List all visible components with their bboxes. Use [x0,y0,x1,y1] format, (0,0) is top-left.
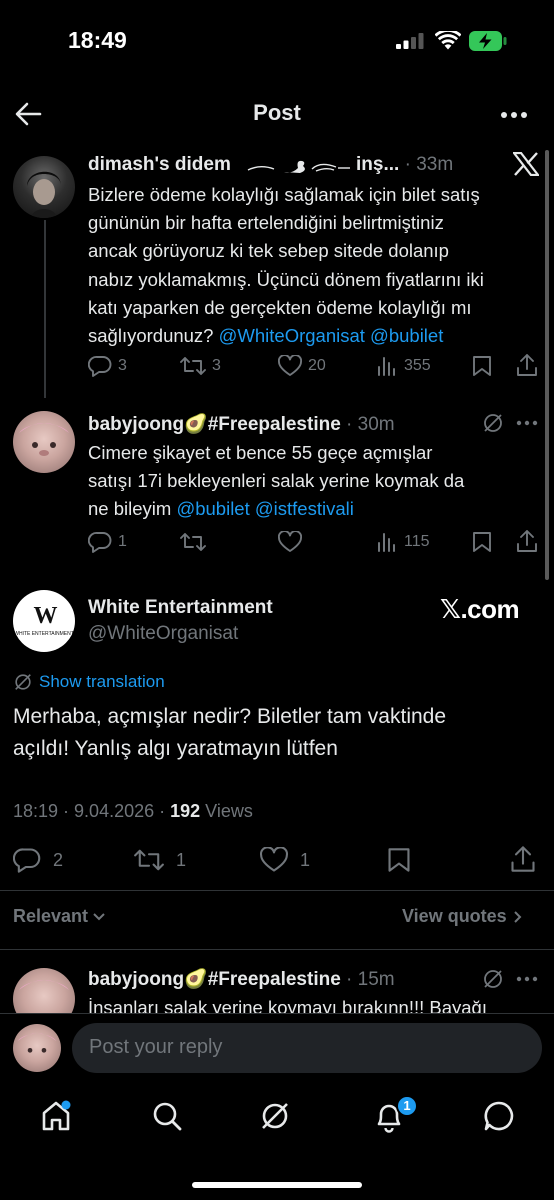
search-icon [153,1102,182,1131]
repost-icon [134,849,164,871]
show-translation-link[interactable]: Show translation [39,672,165,692]
home-indicator [192,1182,362,1188]
nav-search[interactable] [151,1100,183,1132]
bookmark-icon [473,532,491,552]
mention-link[interactable]: @bubilet [370,325,443,346]
share-icon [511,846,535,872]
translate-icon [13,672,33,692]
author-name: dimash's didem [88,154,231,175]
chevron-down-icon [93,912,105,920]
heart-icon [260,847,288,872]
grok-icon[interactable] [482,968,504,990]
avatar[interactable] [13,411,75,473]
wifi-icon [435,31,461,51]
heart-icon [278,355,302,376]
reply-placeholder: Post your reply [89,1036,223,1058]
reply-icon [88,356,112,377]
nav-messages[interactable] [483,1100,515,1132]
author-name: babyjoong🥑#Freepalestine [88,414,341,435]
views-count: 192 [170,801,201,821]
tweet-time: 33m [416,154,454,175]
reply-button[interactable]: 3 [88,355,127,377]
repost-button[interactable]: 3 [180,355,221,377]
share-button[interactable] [510,845,536,873]
scrollbar[interactable] [545,150,549,580]
reply-icon [88,532,112,553]
more-icon[interactable] [516,976,538,982]
avatar-caption: WHITE ENTERTAINMENT [14,631,74,637]
status-time: 18:49 [68,27,127,53]
sort-dropdown[interactable]: Relevant [13,906,106,927]
reply-icon [13,848,41,873]
bookmark-button[interactable] [472,531,492,553]
page-title: Post [253,100,301,125]
views-button[interactable]: 115 [376,531,430,553]
author-name[interactable]: White Entertainment [88,597,273,619]
avatar[interactable] [13,156,75,218]
like-button[interactable]: 20 [278,355,326,377]
mention-link[interactable]: @WhiteOrganisat [219,325,365,346]
tweet-text: Bizlere ödeme kolaylığı sağlamak için bi… [88,184,484,347]
more-icon[interactable] [516,420,538,426]
repost-icon [180,357,206,375]
mention-link[interactable]: @bubilet [176,498,249,519]
avatar[interactable]: W WHITE ENTERTAINMENT [13,590,75,652]
bookmark-icon [473,356,491,376]
reply-button[interactable]: 1 [88,531,127,553]
tweet-time: 15m [357,969,395,990]
tweet-author-line[interactable]: babyjoong🥑#Freepalestine · 30m [88,412,395,436]
heart-icon [278,531,302,552]
share-button[interactable] [516,529,538,553]
tweet-meta: 18:19 · 9.04.2026 · 192 Views [13,801,253,821]
share-button[interactable] [516,353,538,377]
message-icon [484,1101,514,1131]
more-button[interactable] [500,111,528,119]
view-quotes-link[interactable]: View quotes [402,906,523,927]
views-button[interactable]: 355 [376,355,431,377]
divider [0,890,554,891]
home-icon [42,1100,71,1131]
swan-emoji-icon [246,158,350,176]
author-name: babyjoong🥑#Freepalestine [88,969,341,990]
divider [0,949,554,950]
tweet-author-line[interactable]: babyjoong🥑#Freepalestine · 15m [88,967,395,991]
tweet-time: 30m [357,414,395,435]
author-handle[interactable]: @WhiteOrganisat [88,623,238,645]
notifications-badge: 1 [396,1095,418,1117]
tweet-text: Merhaba, açmışlar nedir? Biletler tam va… [13,705,447,760]
like-button[interactable] [278,531,308,553]
mention-link[interactable]: @istfestivali [255,498,354,519]
grok-icon[interactable] [482,412,504,434]
more-icon [501,112,527,118]
share-icon [517,354,537,376]
tweet-author-line[interactable]: dimash's didem [88,154,231,176]
battery-charging-icon [468,30,508,52]
like-button[interactable]: 1 [260,847,310,873]
reply-button[interactable]: 2 [13,847,63,873]
tweet-text: Cimere şikayet et bence 55 geçe açmışlar… [88,442,465,520]
thread-line [44,220,46,398]
repost-button[interactable]: 1 [134,847,186,873]
grok-icon [262,1103,288,1129]
repost-button[interactable] [180,531,212,553]
views-icon [378,357,395,376]
nav-grok[interactable] [259,1100,291,1132]
repost-icon [180,533,206,551]
bookmark-icon [388,848,410,872]
cellular-signal-icon [396,33,424,49]
nav-home[interactable] [40,1099,72,1133]
views-icon [378,533,395,552]
watermark: 𝕏.com [440,594,520,624]
x-logo-icon [513,152,539,176]
share-icon [517,530,537,552]
author-name-suffix: inş... [356,154,400,175]
avatar-logo: W [33,603,58,629]
bookmark-button[interactable] [472,355,492,377]
bookmark-button[interactable] [387,847,411,873]
chevron-right-icon [513,910,522,923]
avatar[interactable] [13,1024,61,1072]
